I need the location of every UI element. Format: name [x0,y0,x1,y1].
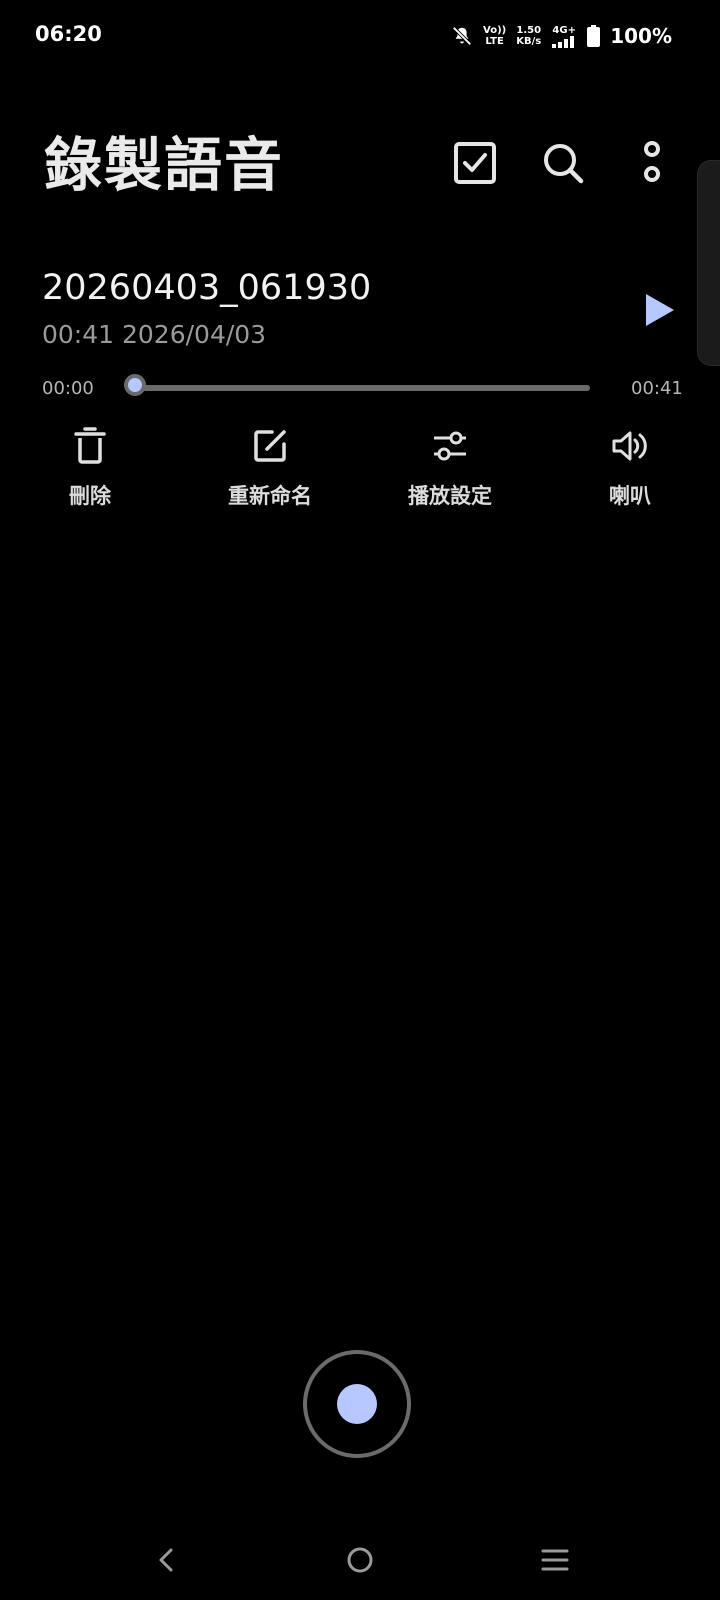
play-icon [646,294,674,326]
search-icon[interactable] [540,140,586,186]
sliders-icon [434,431,466,461]
rename-label: 重新命名 [228,484,312,508]
playback-settings-button[interactable]: 播放設定 [380,426,520,510]
battery-icon [587,25,601,47]
status-time: 06:20 [35,22,102,46]
signal-icon [552,35,575,48]
recording-duration: 00:41 [42,320,115,349]
signal-indicator: 4G+ [551,25,577,48]
back-icon [159,1548,173,1572]
edit-icon [254,430,286,462]
speaker-icon [612,431,647,461]
record-dot-icon [337,1384,377,1424]
more-options-icon[interactable] [629,140,675,186]
notifications-muted-icon [452,26,472,46]
delete-label: 刪除 [69,484,111,508]
nav-back-button[interactable] [145,1540,185,1580]
seek-bar-thumb[interactable] [124,374,146,396]
nav-recents-button[interactable] [535,1540,575,1580]
rename-button[interactable]: 重新命名 [200,426,340,510]
home-icon [347,1547,373,1573]
trash-icon [74,427,106,464]
seek-bar-track[interactable] [140,385,590,391]
recording-date: 2026/04/03 [122,320,267,349]
recording-meta: 00:41 2026/04/03 [42,320,266,349]
position-end: 00:41 [631,378,683,399]
play-button[interactable] [640,290,680,330]
menu-icon [541,1549,569,1571]
page-title: 錄製語音 [44,131,285,199]
network-type: 4G+ [552,24,576,36]
speaker-label: 喇叭 [609,484,651,508]
record-button[interactable] [303,1350,411,1458]
playback-settings-label: 播放設定 [408,484,492,508]
recording-name[interactable]: 20260403_061930 [42,268,371,308]
side-panel-handle[interactable] [697,160,720,366]
speaker-button[interactable]: 喇叭 [560,426,700,510]
select-checkbox-icon[interactable] [452,140,498,186]
nav-home-button[interactable] [340,1540,380,1580]
delete-button[interactable]: 刪除 [20,426,160,510]
status-icons: Vo)) LTE 1.50 KB/s 4G+ 100% [451,24,672,48]
network-speed: 1.50 KB/s [516,25,542,47]
volte-indicator: Vo)) LTE [483,25,507,47]
battery-percent: 100% [610,24,672,48]
position-start: 00:00 [42,378,94,399]
